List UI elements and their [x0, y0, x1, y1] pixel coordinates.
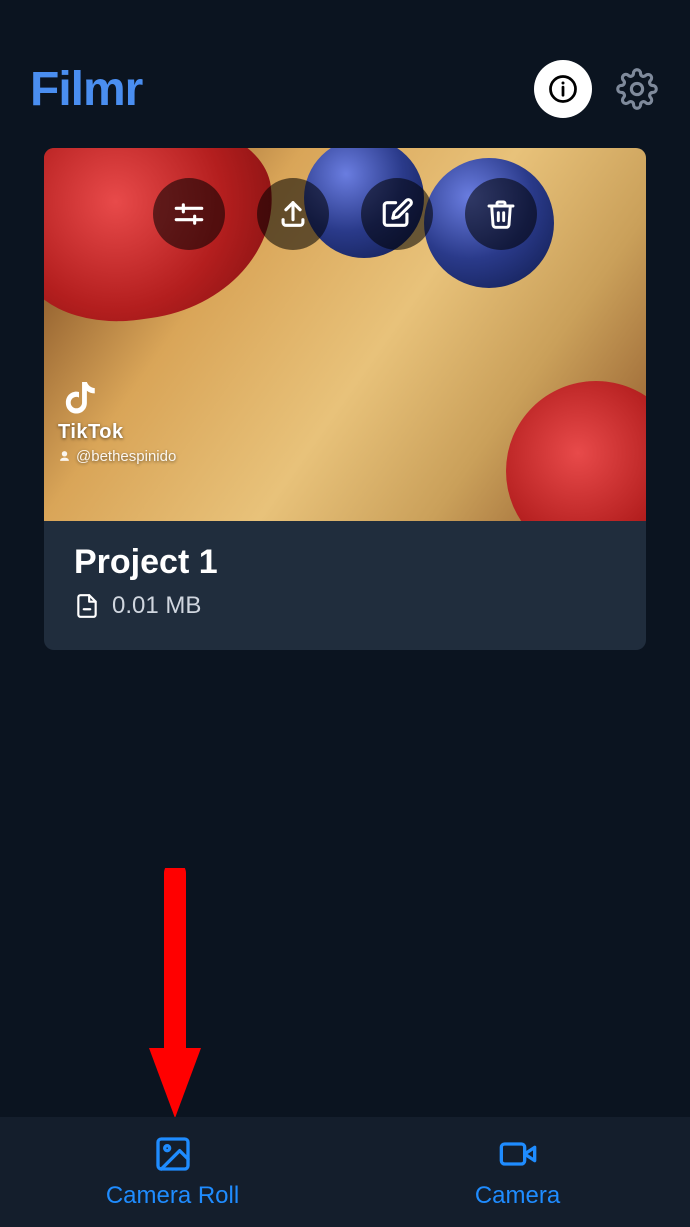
nav-camera-roll[interactable]: Camera Roll	[0, 1117, 345, 1227]
delete-button[interactable]	[465, 178, 537, 250]
projects-list: TikTok @bethespinido Project 1 0.01 MB	[0, 148, 690, 650]
bottom-nav: Camera Roll Camera	[0, 1117, 690, 1227]
tiktok-logo-icon	[58, 375, 100, 417]
app-logo: Filmr	[30, 62, 142, 117]
tiktok-handle: @bethespinido	[58, 448, 176, 465]
info-icon	[548, 74, 578, 104]
share-button[interactable]	[257, 178, 329, 250]
sliders-icon	[172, 197, 206, 231]
info-button[interactable]	[534, 60, 592, 118]
annotation-arrow	[145, 868, 205, 1123]
project-card[interactable]: TikTok @bethespinido Project 1 0.01 MB	[44, 148, 646, 650]
project-actions	[44, 178, 646, 250]
gear-icon	[616, 68, 658, 110]
app-header: Filmr	[0, 0, 690, 148]
project-size-text: 0.01 MB	[112, 592, 201, 620]
tiktok-label: TikTok	[58, 421, 124, 444]
nav-camera-roll-label: Camera Roll	[106, 1182, 239, 1210]
project-thumbnail[interactable]: TikTok @bethespinido	[44, 148, 646, 521]
project-size: 0.01 MB	[74, 592, 616, 620]
adjust-button[interactable]	[153, 178, 225, 250]
file-icon	[74, 593, 100, 619]
nav-camera[interactable]: Camera	[345, 1117, 690, 1227]
settings-button[interactable]	[614, 66, 660, 112]
project-title: Project 1	[74, 543, 616, 582]
nav-camera-label: Camera	[475, 1182, 560, 1210]
video-camera-icon	[496, 1134, 540, 1174]
share-icon	[276, 197, 310, 231]
project-meta: Project 1 0.01 MB	[44, 521, 646, 650]
edit-button[interactable]	[361, 178, 433, 250]
header-actions	[534, 60, 660, 118]
trash-icon	[485, 198, 517, 230]
image-icon	[153, 1134, 193, 1174]
tiktok-watermark: TikTok @bethespinido	[58, 375, 176, 465]
edit-icon	[380, 197, 414, 231]
